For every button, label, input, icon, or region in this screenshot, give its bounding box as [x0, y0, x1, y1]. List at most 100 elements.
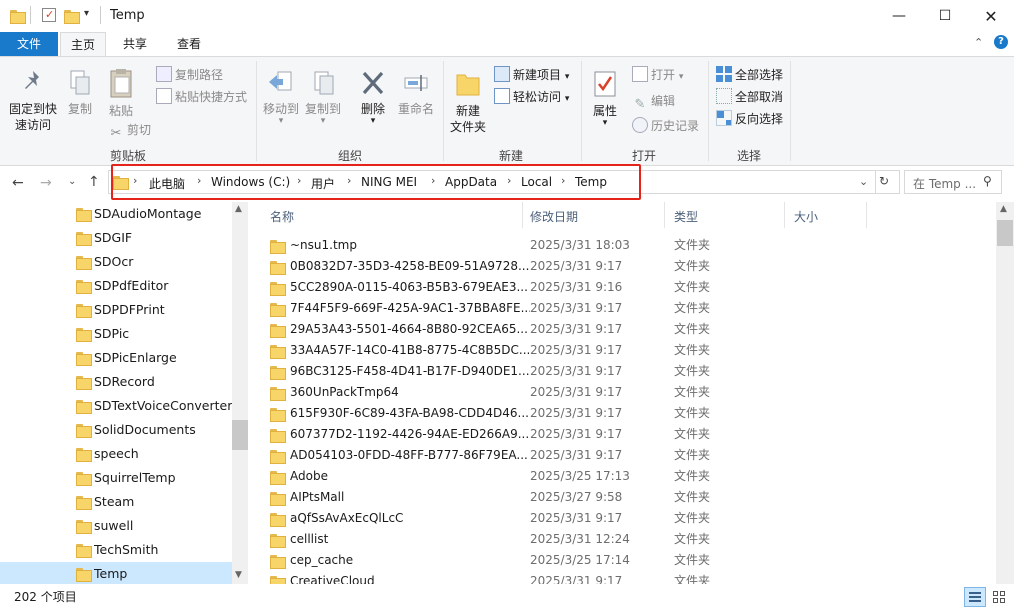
nav-item-sdpicenlarge[interactable]: SDPicEnlarge — [0, 346, 232, 370]
file-row[interactable]: Adobe 2025/3/25 17:13 文件夹 — [268, 466, 968, 487]
file-row[interactable]: 0B0832D7-35D3-4258-BE09-51A9728... 2025/3… — [268, 256, 968, 277]
file-type: 文件夹 — [674, 448, 711, 462]
open-button[interactable]: 打开 ▾ — [632, 65, 683, 85]
edit-button[interactable]: ✎ 编辑 — [632, 91, 675, 112]
maximize-button[interactable]: ☐ — [922, 0, 968, 32]
paste-button[interactable]: 粘贴 — [102, 67, 140, 119]
folder-icon — [270, 576, 286, 584]
nav-item-temp[interactable]: Temp — [0, 562, 232, 586]
properties-icon — [594, 71, 616, 97]
qat-dropdown-icon[interactable]: ▾ — [84, 8, 89, 19]
invert-selection-button[interactable]: 反向选择 — [716, 109, 783, 129]
nav-item-sdaudiomontage[interactable]: SDAudioMontage — [0, 202, 232, 226]
nav-item-sdpdfprint[interactable]: SDPDFPrint — [0, 298, 232, 322]
tab-view[interactable]: 查看 — [166, 32, 212, 56]
scroll-thumb[interactable] — [232, 420, 248, 450]
file-row[interactable]: celllist 2025/3/31 12:24 文件夹 — [268, 529, 968, 550]
file-row[interactable]: 360UnPackTmp64 2025/3/31 9:17 文件夹 — [268, 382, 968, 403]
column-header-date[interactable]: 修改日期 — [530, 208, 578, 225]
cut-button[interactable]: ✂ 剪切 — [108, 120, 151, 141]
file-row[interactable]: 29A53A43-5501-4664-8B80-92CEA65... 2025/3… — [268, 319, 968, 340]
tab-home[interactable]: 主页 — [60, 32, 106, 56]
file-row[interactable]: AIPtsMall 2025/3/27 9:58 文件夹 — [268, 487, 968, 508]
file-name: 607377D2-1192-4426-94AE-ED266A9... — [290, 427, 530, 441]
column-divider[interactable] — [784, 202, 785, 228]
column-header-name[interactable]: 名称 — [270, 208, 294, 225]
nav-item-label: TechSmith — [94, 542, 159, 557]
folder-icon — [270, 387, 286, 401]
select-none-button[interactable]: 全部取消 — [716, 87, 783, 107]
up-arrow-icon[interactable]: ↑ — [88, 174, 100, 190]
properties-qat-icon[interactable]: ✓ — [42, 8, 56, 22]
history-button[interactable]: 历史记录 — [632, 116, 699, 136]
file-list-scrollbar[interactable]: ▲ — [996, 202, 1014, 584]
file-type: 文件夹 — [674, 385, 711, 399]
easy-access-button[interactable]: 轻松访问 ▾ — [494, 87, 569, 107]
search-input[interactable]: 在 Temp ... ⚲ — [904, 170, 1002, 194]
copy-path-button[interactable]: 复制路径 — [156, 65, 223, 85]
nav-item-steam[interactable]: Steam — [0, 490, 232, 514]
minimize-button[interactable]: — — [876, 0, 922, 32]
paste-shortcut-label: 粘贴快捷方式 — [175, 90, 248, 104]
paste-shortcut-button[interactable]: 粘贴快捷方式 — [156, 87, 247, 107]
column-divider[interactable] — [522, 202, 523, 228]
scroll-up-icon[interactable]: ▲ — [235, 204, 242, 214]
select-all-button[interactable]: 全部选择 — [716, 65, 783, 85]
back-arrow-icon[interactable]: ← — [12, 175, 24, 191]
copy-to-button[interactable]: 复制到 ▾ — [302, 69, 344, 126]
copy-button[interactable]: 复制 — [62, 69, 98, 117]
forward-arrow-icon[interactable]: → — [40, 175, 52, 191]
file-row[interactable]: 96BC3125-F458-4D41-B17F-D940DE1... 2025/3… — [268, 361, 968, 382]
refresh-icon[interactable]: ↻ — [879, 174, 889, 188]
file-row[interactable]: aQfSsAvAxEcQlLcC 2025/3/31 9:17 文件夹 — [268, 508, 968, 529]
nav-item-speech[interactable]: speech — [0, 442, 232, 466]
tab-share[interactable]: 共享 — [112, 32, 158, 56]
scroll-up-icon[interactable]: ▲ — [1000, 204, 1007, 214]
address-dropdown-icon[interactable]: ⌄ — [859, 175, 868, 188]
close-button[interactable]: ✕ — [968, 0, 1014, 32]
file-row[interactable]: 33A4A57F-14C0-41B8-8775-4C8B5DC... 2025/3… — [268, 340, 968, 361]
scroll-thumb[interactable] — [997, 220, 1013, 246]
scroll-down-icon[interactable]: ▼ — [235, 570, 242, 580]
file-row[interactable]: 5CC2890A-0115-4063-B5B3-679EAE3... 2025/3… — [268, 277, 968, 298]
nav-item-soliddocuments[interactable]: SolidDocuments — [0, 418, 232, 442]
tab-file[interactable]: 文件 — [0, 32, 58, 56]
help-icon[interactable]: ? — [994, 35, 1008, 49]
nav-item-sdgif[interactable]: SDGIF — [0, 226, 232, 250]
move-to-button[interactable]: 移动到 ▾ — [260, 69, 302, 126]
column-header-size[interactable]: 大小 — [794, 208, 818, 225]
file-row[interactable]: AD054103-0FDD-48FF-B777-86F79EA... 2025/3… — [268, 445, 968, 466]
nav-scrollbar[interactable]: ▲ ▼ — [232, 202, 248, 584]
file-name: AIPtsMall — [290, 490, 345, 504]
folder-icon — [76, 544, 92, 558]
collapse-ribbon-icon[interactable]: ⌃ — [974, 36, 983, 49]
recent-locations-icon[interactable]: ⌄ — [68, 176, 76, 187]
pin-to-quick-access-button[interactable]: 固定到快 速访问 — [4, 69, 62, 133]
properties-button[interactable]: 属性 ▾ — [586, 69, 624, 128]
file-row[interactable]: 607377D2-1192-4426-94AE-ED266A9... 2025/3… — [268, 424, 968, 445]
new-folder-button[interactable]: 新建 文件夹 — [446, 69, 490, 135]
file-row[interactable]: CreativeCloud 2025/3/31 9:17 文件夹 — [268, 571, 968, 584]
rename-button[interactable]: 重命名 — [394, 69, 438, 117]
nav-item-squirreltemp[interactable]: SquirrelTemp — [0, 466, 232, 490]
nav-item-techsmith[interactable]: TechSmith — [0, 538, 232, 562]
search-icon[interactable]: ⚲ — [983, 174, 992, 188]
column-divider[interactable] — [866, 202, 867, 228]
nav-item-suwell[interactable]: suwell — [0, 514, 232, 538]
nav-item-sdocr[interactable]: SDOcr — [0, 250, 232, 274]
file-row[interactable]: ~nsu1.tmp 2025/3/31 18:03 文件夹 — [268, 235, 968, 256]
column-divider[interactable] — [664, 202, 665, 228]
nav-item-sdpic[interactable]: SDPic — [0, 322, 232, 346]
nav-item-sdtextvoiceconverter[interactable]: SDTextVoiceConverter — [0, 394, 232, 418]
column-header-type[interactable]: 类型 — [674, 208, 698, 225]
nav-item-sdrecord[interactable]: SDRecord — [0, 370, 232, 394]
details-view-icon[interactable] — [964, 587, 986, 607]
new-folder-qat-icon[interactable] — [64, 10, 80, 24]
delete-button[interactable]: 删除 ▾ — [354, 69, 392, 126]
new-item-button[interactable]: 新建项目 ▾ — [494, 65, 569, 85]
large-icons-view-icon[interactable] — [990, 587, 1010, 607]
file-row[interactable]: 615F930F-6C89-43FA-BA98-CDD4D46... 2025/3… — [268, 403, 968, 424]
nav-item-sdpdfeditor[interactable]: SDPdfEditor — [0, 274, 232, 298]
file-row[interactable]: 7F44F5F9-669F-425A-9AC1-37BBA8FE... 2025/… — [268, 298, 968, 319]
file-row[interactable]: cep_cache 2025/3/25 17:14 文件夹 — [268, 550, 968, 571]
